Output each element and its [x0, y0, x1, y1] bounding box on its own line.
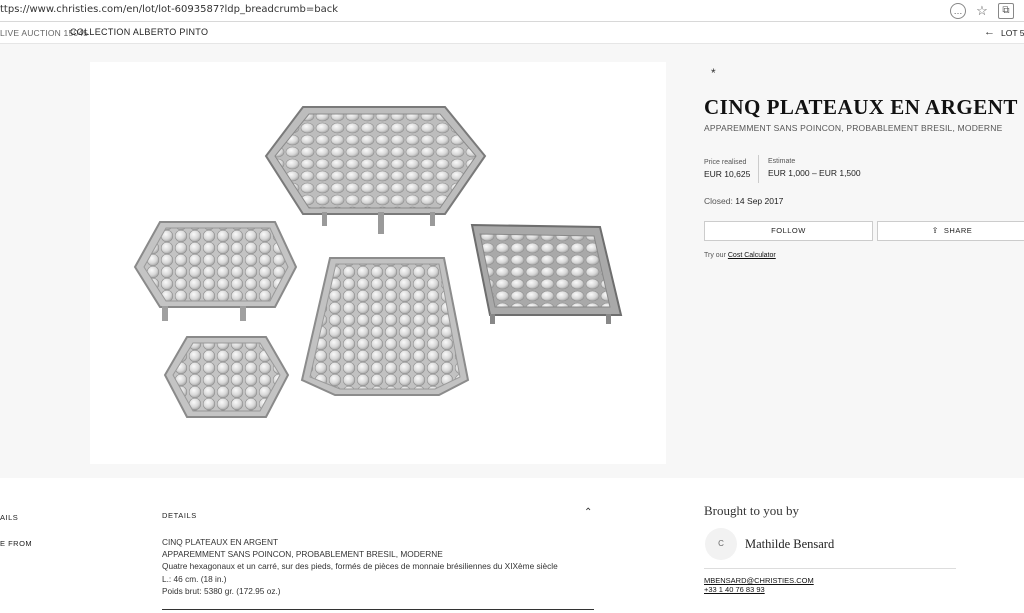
specialist-divider	[704, 568, 956, 569]
estimate-label: Estimate	[768, 158, 796, 165]
price-realised-label: Price realised	[704, 159, 747, 166]
lot-symbol: *	[711, 66, 716, 80]
arrow-left-icon[interactable]: ←	[984, 26, 995, 38]
breadcrumb: LIVE AUCTION 15045 COLLECTION ALBERTO PI…	[0, 22, 1024, 44]
avatar: C	[705, 528, 737, 560]
price-realised-value: EUR 10,625	[704, 169, 751, 179]
share-icon: ⇪	[931, 226, 939, 235]
section-tab-from[interactable]: E FROM	[0, 539, 32, 548]
share-button[interactable]: ⇪ SHARE	[877, 221, 1024, 241]
chevron-up-icon[interactable]: ⌃	[584, 507, 592, 518]
estimate-value: EUR 1,000 – EUR 1,500	[768, 168, 861, 178]
details-line: APPAREMMENT SANS POINCON, PROBABLEMENT B…	[162, 549, 443, 560]
closed-date: 14 Sep 2017	[735, 196, 784, 206]
cost-calculator-line: Try our Cost Calculator	[704, 252, 776, 259]
details-line: Quatre hexagonaux et un carré, sur des p…	[162, 561, 558, 572]
large-hexagonal-tray	[264, 106, 487, 234]
details-line: L.: 46 cm. (18 in.)	[162, 573, 227, 584]
address-bar[interactable]: ttps://www.christies.com/en/lot/lot-6093…	[0, 0, 1024, 22]
small-hexagonal-tray	[163, 336, 290, 418]
follow-label: FOLLOW	[771, 226, 806, 235]
share-label: SHARE	[943, 226, 973, 235]
follow-button[interactable]: FOLLOW	[704, 221, 873, 241]
specialist-phone-link[interactable]: +33 1 40 76 83 93	[704, 585, 765, 594]
closed-label: Closed:	[704, 196, 733, 206]
closed-status: Closed: 14 Sep 2017	[704, 196, 783, 206]
details-line: CINQ PLATEAUX EN ARGENT	[162, 537, 279, 547]
ellipsis-circle-icon[interactable]: …	[950, 3, 966, 19]
cost-calculator-link[interactable]: Cost Calculator	[728, 252, 776, 259]
details-divider	[162, 609, 594, 610]
square-gallery-tray	[470, 223, 623, 324]
details-heading[interactable]: DETAILS	[162, 511, 197, 520]
brought-to-you-heading: Brought to you by	[704, 503, 799, 518]
specialist-name[interactable]: Mathilde Bensard	[745, 537, 834, 552]
lot-image[interactable]	[90, 62, 666, 464]
oval-coin-tray	[300, 257, 470, 396]
medium-hexagonal-tray	[133, 221, 298, 321]
url-text[interactable]: ttps://www.christies.com/en/lot/lot-6093…	[0, 4, 338, 15]
trays-illustration	[133, 106, 623, 418]
details-body: CINQ PLATEAUX EN ARGENT APPAREMMENT SANS…	[162, 536, 592, 597]
section-tab-details[interactable]: AILS	[0, 513, 18, 522]
specialist-email-link[interactable]: MBENSARD@CHRISTIES.COM	[704, 576, 814, 585]
lot-title: CINQ PLATEAUX EN ARGENT	[704, 95, 1018, 119]
breadcrumb-collection[interactable]: COLLECTION ALBERTO PINTO	[70, 27, 208, 37]
lot-subtitle: APPAREMMENT SANS POINCON, PROBABLEMENT B…	[704, 123, 1003, 133]
details-line: Poids brut: 5380 gr. (172.95 oz.)	[162, 585, 281, 596]
star-icon[interactable]: ☆	[974, 3, 990, 19]
tabs-icon[interactable]: ⧉	[998, 3, 1014, 19]
breadcrumb-lot[interactable]: LOT 58	[1001, 28, 1024, 38]
calc-prefix: Try our	[704, 252, 726, 259]
estimate-block: Estimate EUR 1,000 – EUR 1,500	[758, 155, 861, 183]
